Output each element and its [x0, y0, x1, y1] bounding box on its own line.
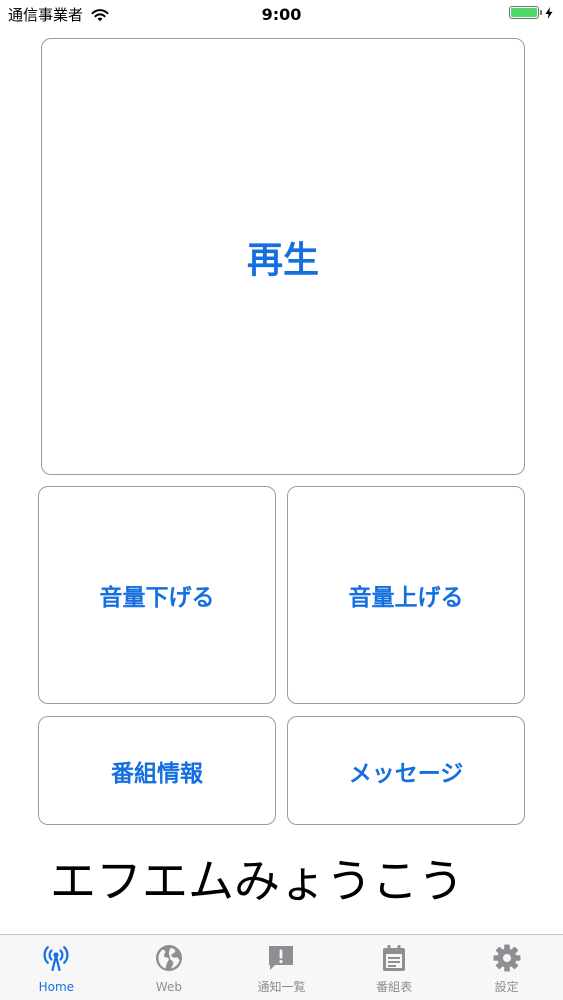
tab-notifications[interactable]: 通知一覧 — [225, 935, 338, 1000]
tab-schedule[interactable]: 番組表 — [338, 935, 451, 1000]
play-button[interactable]: 再生 — [41, 38, 525, 475]
battery-cap — [540, 10, 542, 15]
status-time: 9:00 — [261, 5, 302, 24]
radio-antenna-icon — [43, 946, 69, 972]
volume-up-button[interactable]: 音量上げる — [287, 486, 525, 704]
tab-web[interactable]: Web — [113, 935, 226, 1000]
volume-down-button[interactable]: 音量下げる — [38, 486, 276, 704]
tab-home[interactable]: Home — [0, 935, 113, 1000]
tab-bar: Home Web 通知一覧 番組表 設定 — [0, 934, 563, 1000]
tab-web-label: Web — [155, 980, 182, 994]
gear-icon — [493, 944, 521, 972]
tab-settings-label: 設定 — [494, 980, 519, 994]
program-info-label: 番組情報 — [111, 760, 203, 787]
volume-up-label: 音量上げる — [348, 585, 464, 611]
exclamation-bubble-icon — [269, 946, 294, 970]
station-name: エフエムみょうこう — [50, 854, 464, 908]
status-bar: 通信事業者 9:00 — [0, 0, 563, 30]
charging-bolt-icon — [545, 6, 553, 19]
play-button-label: 再生 — [246, 239, 319, 281]
tab-settings[interactable]: 設定 — [450, 935, 563, 1000]
volume-down-label: 音量下げる — [99, 585, 215, 611]
calendar-icon — [383, 945, 406, 971]
battery-indicator — [509, 6, 553, 19]
tab-schedule-label: 番組表 — [376, 980, 413, 994]
battery-icon — [509, 6, 539, 19]
tab-notifications-label: 通知一覧 — [257, 980, 306, 994]
message-button[interactable]: メッセージ — [287, 716, 525, 825]
battery-level — [511, 8, 537, 17]
message-label: メッセージ — [348, 760, 464, 787]
program-info-button[interactable]: 番組情報 — [38, 716, 276, 825]
globe-icon — [155, 945, 182, 971]
tab-home-label: Home — [38, 980, 75, 994]
